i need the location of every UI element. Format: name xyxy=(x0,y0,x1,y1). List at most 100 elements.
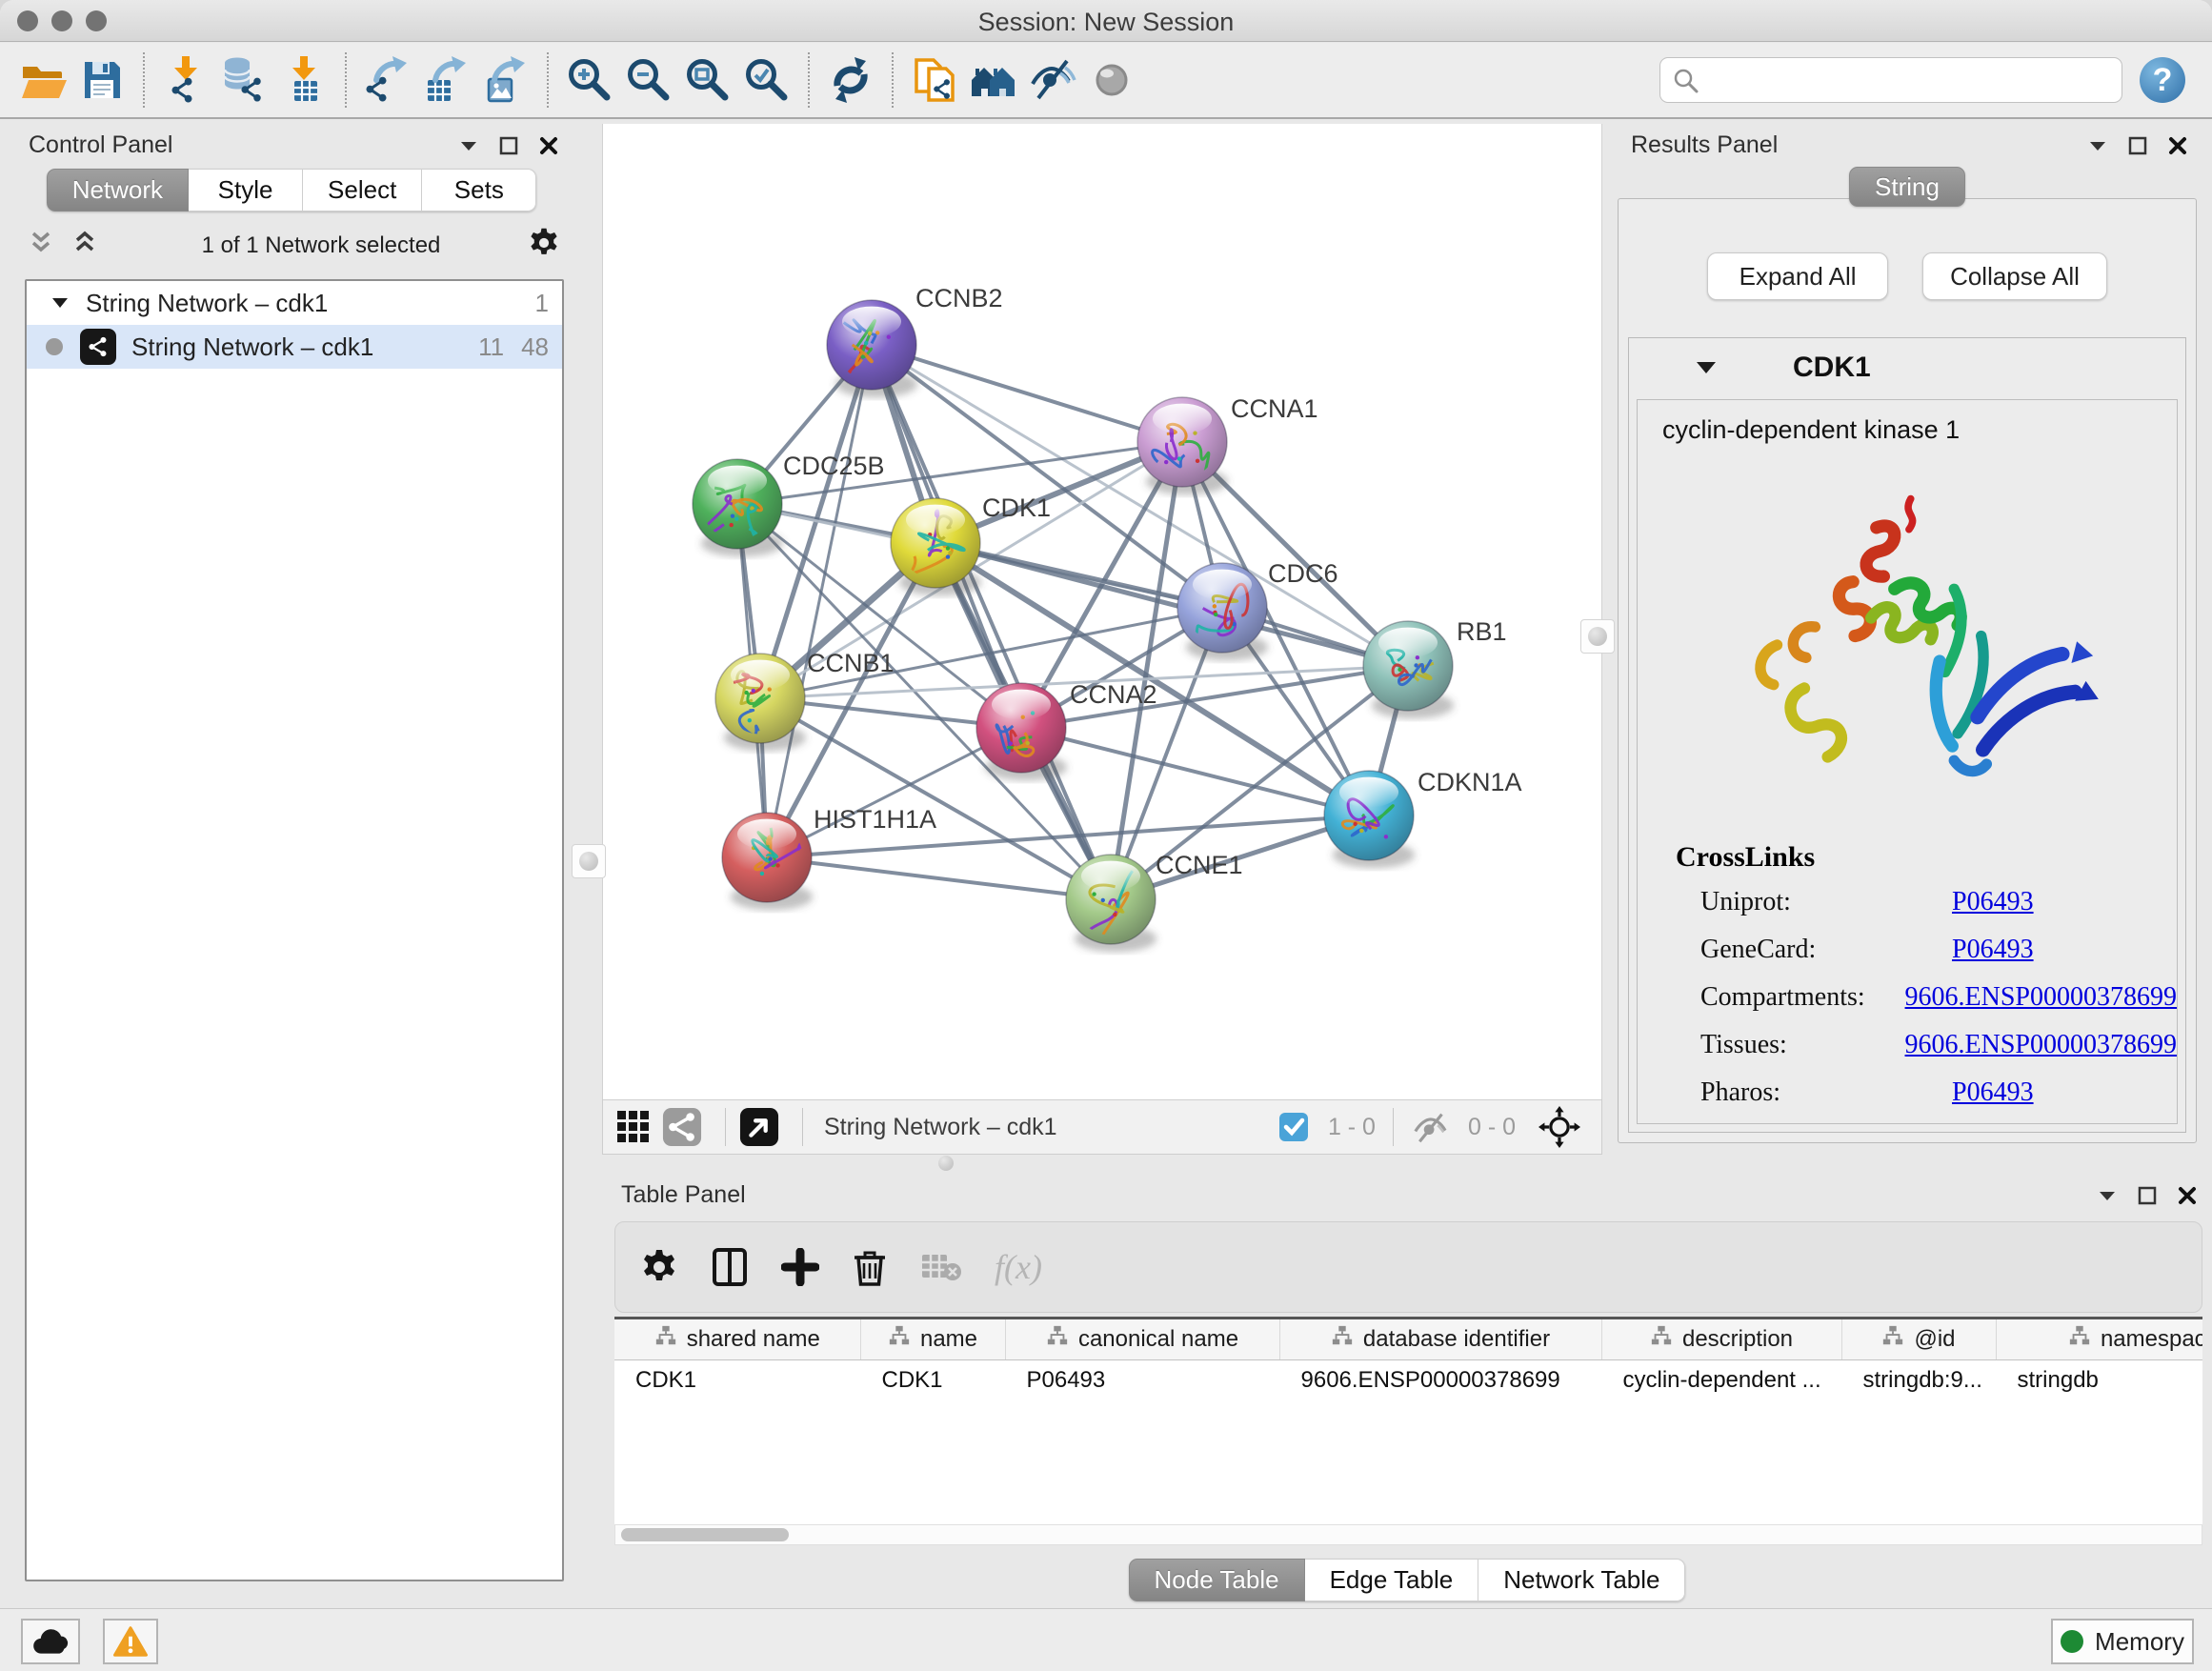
fit-selection-icon[interactable] xyxy=(1538,1106,1580,1148)
control-panel-float-icon[interactable] xyxy=(499,136,518,155)
function-builder-icon[interactable]: f(x) xyxy=(995,1247,1042,1287)
tab-node-table[interactable]: Node Table xyxy=(1129,1559,1305,1601)
table-panel-menu-icon[interactable] xyxy=(2098,1189,2117,1202)
right-splitter-handle[interactable] xyxy=(1580,619,1615,654)
clone-network-icon[interactable] xyxy=(905,50,964,110)
left-splitter-handle[interactable] xyxy=(572,844,606,878)
show-columns-icon[interactable] xyxy=(711,1246,749,1288)
crosslink-link[interactable]: P06493 xyxy=(1952,935,2034,965)
tab-string[interactable]: String xyxy=(1849,167,1965,207)
node-CCNA2[interactable] xyxy=(976,683,1067,780)
expand-all-button[interactable]: Expand All xyxy=(1707,252,1888,300)
birds-eye-icon[interactable] xyxy=(739,1107,779,1147)
crosslink-link[interactable]: P06493 xyxy=(1952,887,2034,917)
memory-button[interactable]: Memory xyxy=(2051,1619,2194,1664)
collection-expand-icon[interactable] xyxy=(51,296,69,310)
crosslink-label: GeneCard: xyxy=(1676,935,1952,965)
node-HIST1H1A[interactable] xyxy=(722,813,813,910)
selected-checkbox[interactable] xyxy=(1278,1112,1309,1142)
show-graphics-details-icon[interactable] xyxy=(1082,50,1141,110)
open-session-icon[interactable] xyxy=(13,50,72,110)
tab-sets[interactable]: Sets xyxy=(422,169,536,211)
column-header-namespace[interactable]: namespace xyxy=(1996,1319,2202,1359)
string-home-icon[interactable] xyxy=(964,50,1023,110)
delete-column-icon[interactable] xyxy=(852,1246,888,1288)
results-panel: Results Panel String Expand All Collapse… xyxy=(1610,124,2204,1155)
node-CDK1[interactable] xyxy=(891,498,981,595)
results-panel-close-icon[interactable] xyxy=(2168,136,2187,155)
toolbar-separator xyxy=(143,52,145,108)
edge-HIST1H1A-CCNE1[interactable] xyxy=(767,857,1111,899)
edge-CCNB2-CCNA1[interactable] xyxy=(872,345,1182,442)
node-CDC25B[interactable] xyxy=(693,459,783,556)
table-row[interactable]: CDK1CDK1P064939606.ENSP00000378699cyclin… xyxy=(614,1359,2202,1401)
zoom-in-icon[interactable] xyxy=(560,50,619,110)
add-column-icon[interactable] xyxy=(781,1248,819,1286)
hidden-eye-icon[interactable] xyxy=(1411,1111,1449,1143)
crosslink-link[interactable]: 9606.ENSP00000378699 xyxy=(1905,982,2177,1013)
save-session-icon[interactable] xyxy=(72,50,131,110)
table-panel-float-icon[interactable] xyxy=(2138,1186,2157,1205)
node-label-HIST1H1A: HIST1H1A xyxy=(814,805,936,834)
zoom-out-icon[interactable] xyxy=(619,50,678,110)
zoom-fit-content-icon[interactable] xyxy=(678,50,737,110)
crosslink-link[interactable]: P06493 xyxy=(1952,1077,2034,1108)
network-graph[interactable]: CCNB2CCNA1CDC25BCDK1CDC6RB1CCNB1CCNA2CDK… xyxy=(603,124,1603,1099)
table-panel: Table Panel f(x) xyxy=(602,1174,2212,1608)
help-button[interactable]: ? xyxy=(2140,57,2185,103)
expand-all-networks-icon[interactable] xyxy=(27,231,55,260)
horizontal-splitter-handle[interactable] xyxy=(934,1155,958,1172)
network-collection-row[interactable]: String Network – cdk1 1 xyxy=(27,281,562,325)
table-horizontal-scrollbar[interactable] xyxy=(614,1524,2202,1545)
results-panel-menu-icon[interactable] xyxy=(2088,139,2107,152)
column-header-canonical-name[interactable]: canonical name xyxy=(1005,1319,1279,1359)
tab-edge-table[interactable]: Edge Table xyxy=(1305,1559,1479,1601)
tab-style[interactable]: Style xyxy=(189,169,303,211)
results-panel-float-icon[interactable] xyxy=(2128,136,2147,155)
network-canvas[interactable]: CCNB2CCNA1CDC25BCDK1CDC6RB1CCNB1CCNA2CDK… xyxy=(602,124,1602,1099)
column-header-description[interactable]: description xyxy=(1601,1319,1841,1359)
cloud-icon[interactable] xyxy=(21,1619,80,1664)
tab-network-table[interactable]: Network Table xyxy=(1478,1559,1685,1601)
gene-collapse-icon[interactable] xyxy=(1696,360,1717,375)
column-header-shared-name[interactable]: shared name xyxy=(614,1319,860,1359)
node-CDC6[interactable] xyxy=(1177,563,1268,660)
network-options-gear-icon[interactable] xyxy=(528,227,560,264)
search-input[interactable] xyxy=(1659,57,2122,103)
tab-select[interactable]: Select xyxy=(303,169,422,211)
control-panel-menu-icon[interactable] xyxy=(459,139,478,152)
node-RB1[interactable] xyxy=(1363,621,1454,718)
tab-network[interactable]: Network xyxy=(47,169,189,211)
warning-icon[interactable] xyxy=(103,1619,158,1664)
refresh-view-icon[interactable] xyxy=(821,50,880,110)
collapse-all-networks-icon[interactable] xyxy=(70,231,99,260)
zoom-selected-icon[interactable] xyxy=(737,50,796,110)
settings-gear-icon[interactable] xyxy=(640,1248,678,1286)
import-network-from-database-icon[interactable] xyxy=(215,50,274,110)
node-CCNE1[interactable] xyxy=(1066,855,1156,952)
node-table[interactable]: shared namenamecanonical namedatabase id… xyxy=(614,1317,2202,1524)
collapse-all-button[interactable]: Collapse All xyxy=(1922,252,2107,300)
grid-icon[interactable] xyxy=(614,1108,653,1146)
share-icon[interactable] xyxy=(662,1107,702,1147)
import-network-from-file-icon[interactable] xyxy=(156,50,215,110)
import-table-from-file-icon[interactable] xyxy=(274,50,333,110)
table-panel-close-icon[interactable] xyxy=(2178,1186,2197,1205)
control-panel-close-icon[interactable] xyxy=(539,136,558,155)
node-CCNA1[interactable] xyxy=(1137,397,1228,494)
network-row-selected[interactable]: String Network – cdk1 11 48 xyxy=(27,325,562,369)
column-header-name[interactable]: name xyxy=(860,1319,1005,1359)
export-table-icon[interactable] xyxy=(417,50,476,110)
hide-graphics-details-icon[interactable] xyxy=(1023,50,1082,110)
delete-table-icon[interactable] xyxy=(920,1251,962,1283)
column-header-@id[interactable]: @id xyxy=(1841,1319,1996,1359)
node-CCNB2[interactable] xyxy=(827,300,917,397)
export-image-icon[interactable] xyxy=(476,50,535,110)
node-CCNB1[interactable] xyxy=(715,654,806,751)
column-header-database-identifier[interactable]: database identifier xyxy=(1279,1319,1601,1359)
export-network-icon[interactable] xyxy=(358,50,417,110)
node-CDKN1A[interactable] xyxy=(1324,771,1415,868)
crosslink-link[interactable]: 9606.ENSP00000378699 xyxy=(1905,1030,2177,1060)
scrollbar-thumb[interactable] xyxy=(621,1528,789,1541)
edge-CCNB2-HIST1H1A[interactable] xyxy=(767,345,872,857)
